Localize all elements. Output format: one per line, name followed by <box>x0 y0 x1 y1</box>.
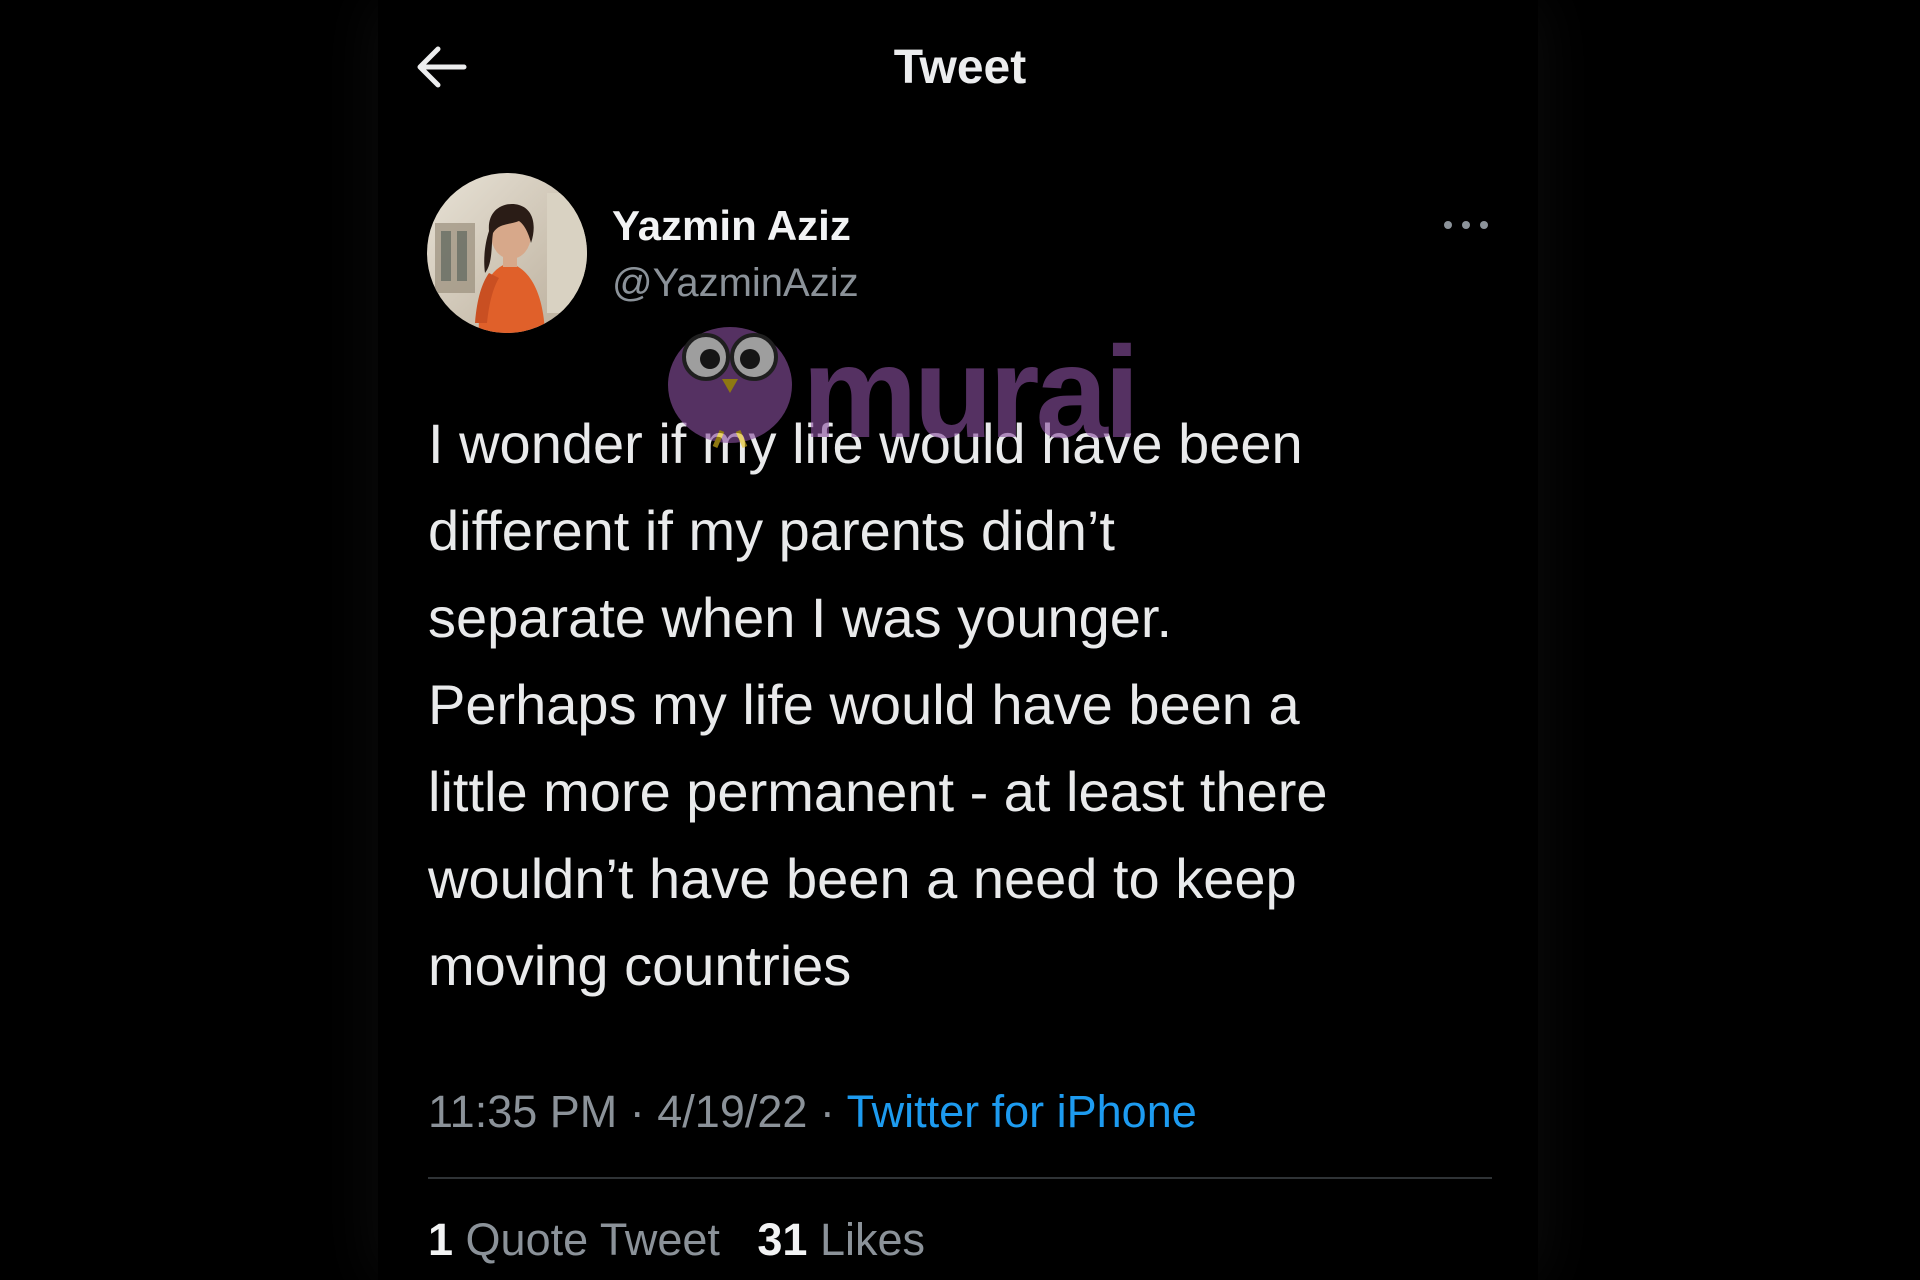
avatar-photo <box>427 173 587 333</box>
more-options-button[interactable] <box>1436 210 1496 240</box>
tweet-time[interactable]: 11:35 PM <box>428 1086 617 1137</box>
meta-separator: · <box>807 1086 847 1137</box>
tweet-meta: 11:35 PM · 4/19/22 · Twitter for iPhone <box>428 1082 1197 1142</box>
more-horizontal-icon <box>1444 221 1488 229</box>
avatar[interactable] <box>427 173 587 333</box>
meta-separator: · <box>617 1086 658 1137</box>
quote-count: 1 <box>428 1214 454 1265</box>
tweet-stats: 1 Quote Tweet 31 Likes <box>428 1210 925 1270</box>
tweet-source-link[interactable]: Twitter for iPhone <box>847 1086 1197 1137</box>
arrow-left-icon <box>417 46 467 88</box>
divider <box>428 1177 1492 1179</box>
quote-label: Quote Tweet <box>465 1214 720 1265</box>
quote-tweets-stat[interactable]: 1 Quote Tweet <box>428 1214 720 1265</box>
tweet-text: I wonder if my life would have been diff… <box>428 412 1328 997</box>
like-label: Likes <box>819 1214 926 1265</box>
tweet-date[interactable]: 4/19/22 <box>657 1086 807 1137</box>
like-count: 31 <box>757 1214 808 1265</box>
likes-stat[interactable]: 31 Likes <box>757 1214 925 1265</box>
author-display-name[interactable]: Yazmin Aziz <box>612 200 851 252</box>
screen: Tweet Yazmin Aziz @YazminAziz I wonder i… <box>0 0 1920 1280</box>
page-title: Tweet <box>893 41 1027 94</box>
author-handle[interactable]: @YazminAziz <box>612 258 859 308</box>
back-button[interactable] <box>412 42 470 92</box>
